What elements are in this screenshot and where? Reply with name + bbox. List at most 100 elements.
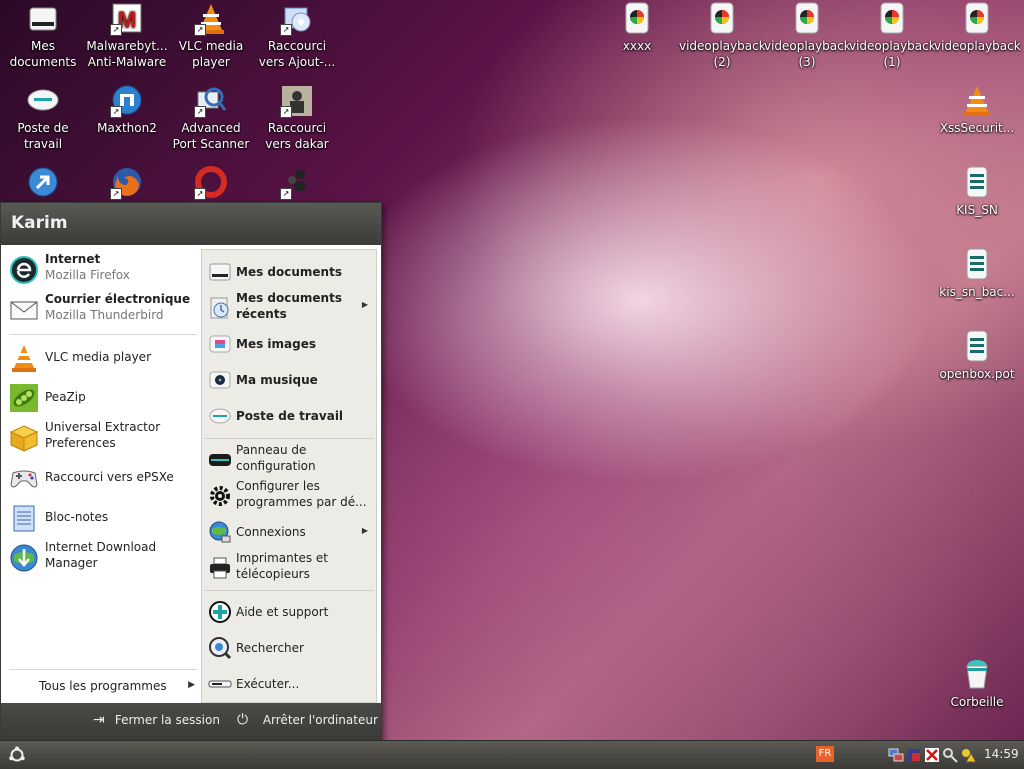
system-panneau-de-configuration[interactable]: Panneau de configuration (206, 442, 374, 476)
place-label: Mes documents récents (236, 291, 342, 321)
menu-item-title: PeaZip (45, 390, 86, 404)
desktop-icon-malwarebytes[interactable]: M ↗ Malwarebyt... Anti-Malware (84, 2, 170, 70)
desktop-icon-maxthon[interactable]: ↗ Maxthon2 (84, 84, 170, 136)
desktop-icon-label: videoplayback (3) (764, 39, 851, 69)
maxthon-icon: ↗ (110, 84, 144, 118)
control-panel-icon (208, 448, 232, 472)
help-executer[interactable]: Exécuter... (206, 670, 374, 698)
menu-item-internet-download-manager[interactable]: Internet Download Manager (7, 539, 197, 575)
place-mes-documents[interactable]: Mes documents (206, 258, 374, 286)
shortcut-arrow-icon: ↗ (110, 188, 122, 200)
desktop-icon-label: Maxthon2 (97, 121, 157, 135)
menu-item-peazip[interactable]: PeaZip (7, 379, 197, 415)
menu-item-internet[interactable]: Internet Mozilla Firefox (7, 251, 197, 287)
desktop-icon-raccourci-ajout[interactable]: ↗ Raccourci vers Ajout-... (254, 2, 340, 70)
menu-item-epsxe[interactable]: Raccourci vers ePSXe (7, 459, 197, 495)
desktop-icon-raccourci-dakar[interactable]: ↗ Raccourci vers dakar (254, 84, 340, 152)
desktop-icon-label: openbox.pot (939, 367, 1015, 381)
menu-item-title: Courrier électronique (45, 292, 191, 306)
search-icon (208, 636, 232, 660)
desktop-icon-label: Malwarebyt... Anti-Malware (86, 39, 168, 69)
menu-item-subtitle: Mozilla Thunderbird (45, 308, 164, 322)
tray-settings-icon[interactable] (942, 747, 958, 763)
document-icon (960, 248, 994, 282)
system-connexions[interactable]: Connexions ▶ (206, 518, 374, 546)
help-label: Exécuter... (236, 677, 300, 691)
desktop-icon-corbeille[interactable]: Corbeille (934, 658, 1020, 710)
chevron-right-icon: ▶ (361, 526, 368, 535)
place-mes-images[interactable]: Mes images (206, 330, 374, 358)
desktop-icon-label: KIS_SN (956, 203, 998, 217)
language-indicator[interactable]: FR (816, 746, 834, 762)
desktop-icon-shortcut-blue[interactable] (0, 166, 86, 202)
logout-button[interactable]: ⇥ Fermer la session (93, 712, 220, 732)
video-icon (620, 2, 654, 36)
run-icon (208, 672, 232, 696)
logout-icon: ⇥ (93, 712, 105, 728)
desktop-icon-xsssecurity[interactable]: XssSecurit... (934, 84, 1020, 136)
place-label: Ma musique (236, 373, 318, 387)
shortcut-arrow-icon: ↗ (110, 106, 122, 118)
desktop-icon-ccleaner[interactable]: ↗ (168, 166, 254, 202)
desktop-icon-mes-documents[interactable]: Mes documents (0, 2, 86, 70)
tray-warning-icon[interactable] (960, 747, 977, 763)
desktop-icon-label: kis_sn_bac... (939, 285, 1015, 299)
desktop-icon-advanced-port-scanner[interactable]: ↗ Advanced Port Scanner (168, 84, 254, 152)
help-label: Rechercher (236, 641, 304, 655)
drive-icon (208, 260, 232, 284)
desktop-icon-label: videoplayback (934, 39, 1021, 53)
picture-icon (208, 332, 232, 356)
menu-item-bloc-notes[interactable]: Bloc-notes (7, 499, 197, 535)
video-icon (875, 2, 909, 36)
desktop-icon-openbox-pot[interactable]: openbox.pot (934, 330, 1020, 382)
desktop-icon-xxxx[interactable]: xxxx (594, 2, 680, 54)
desktop-icon-label: Raccourci vers dakar (265, 121, 329, 151)
menu-item-vlc[interactable]: VLC media player (7, 339, 197, 375)
all-programs-button[interactable]: Tous les programmes ▶ (39, 679, 199, 697)
help-aide-et-support[interactable]: Aide et support (206, 598, 374, 626)
desktop-icon-videoplayback[interactable]: videoplayback (934, 2, 1021, 54)
desktop-icon-videoplayback-2[interactable]: videoplayback (2) (679, 2, 766, 70)
taskbar: FR 14:59 (0, 740, 1024, 769)
video-icon (705, 2, 739, 36)
shutdown-button[interactable]: ⏻ Arrêter l'ordinateur (237, 712, 378, 732)
place-label: Poste de travail (236, 409, 344, 423)
help-icon (208, 600, 232, 624)
place-ma-musique[interactable]: Ma musique (206, 366, 374, 394)
start-menu-places-pane: Mes documents Mes documents récents ▶ Me… (201, 249, 377, 703)
ccleaner-icon: ↗ (194, 166, 228, 200)
tray-network-icon[interactable] (888, 747, 904, 763)
menu-item-title: VLC media player (45, 350, 152, 364)
shortcut-arrow-icon: ↗ (194, 188, 206, 200)
desktop-icon-videoplayback-3[interactable]: videoplayback (3) (764, 2, 851, 70)
desktop-icon-kis-sn[interactable]: KIS_SN (934, 166, 1020, 218)
envelope-icon (9, 295, 39, 325)
system-imprimantes[interactable]: Imprimantes et télécopieurs (206, 550, 374, 584)
firefox-icon: ↗ (110, 166, 144, 200)
system-label: Panneau de configuration (236, 443, 316, 473)
desktop-icon-poste-de-travail[interactable]: Poste de travail (0, 84, 86, 152)
tray-malware-icon[interactable] (924, 747, 940, 763)
start-menu: Karim Internet Mozilla Firefox Courrier é… (0, 202, 382, 742)
port-scanner-icon: ↗ (194, 84, 228, 118)
menu-separator (204, 590, 374, 591)
system-configurer-programmes[interactable]: Configurer les programmes par dé... (206, 478, 374, 512)
menu-item-email[interactable]: Courrier électronique Mozilla Thunderbird (7, 291, 197, 327)
desktop-icon-people[interactable]: ↗ (254, 166, 340, 202)
people-icon: ↗ (280, 166, 314, 200)
tray-security-icon[interactable] (906, 747, 922, 763)
menu-item-title: Raccourci vers ePSXe (45, 470, 174, 484)
menu-item-universal-extractor[interactable]: Universal Extractor Preferences (7, 419, 197, 455)
vlc-icon (9, 343, 39, 373)
desktop-icon-videoplayback-1[interactable]: videoplayback (1) (849, 2, 936, 70)
menu-item-title: Universal Extractor Preferences (45, 420, 161, 450)
clock[interactable]: 14:59 (984, 747, 1019, 761)
start-button[interactable] (6, 744, 30, 766)
place-mes-documents-recents[interactable]: Mes documents récents ▶ (206, 290, 374, 324)
desktop-icon-firefox[interactable]: ↗ (84, 166, 170, 202)
help-rechercher[interactable]: Rechercher (206, 634, 374, 662)
desktop-icon-vlc[interactable]: ↗ VLC media player (168, 2, 254, 70)
place-poste-de-travail[interactable]: Poste de travail (206, 402, 374, 430)
network-globe-icon (208, 520, 232, 544)
desktop-icon-kis-sn-bac[interactable]: kis_sn_bac... (934, 248, 1020, 300)
